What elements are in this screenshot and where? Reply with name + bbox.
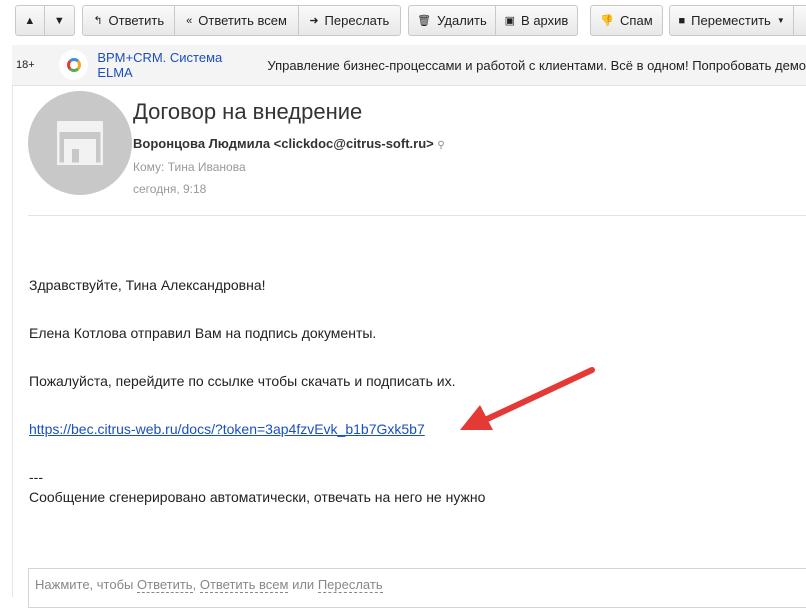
red-arrow-annotation <box>460 367 595 430</box>
